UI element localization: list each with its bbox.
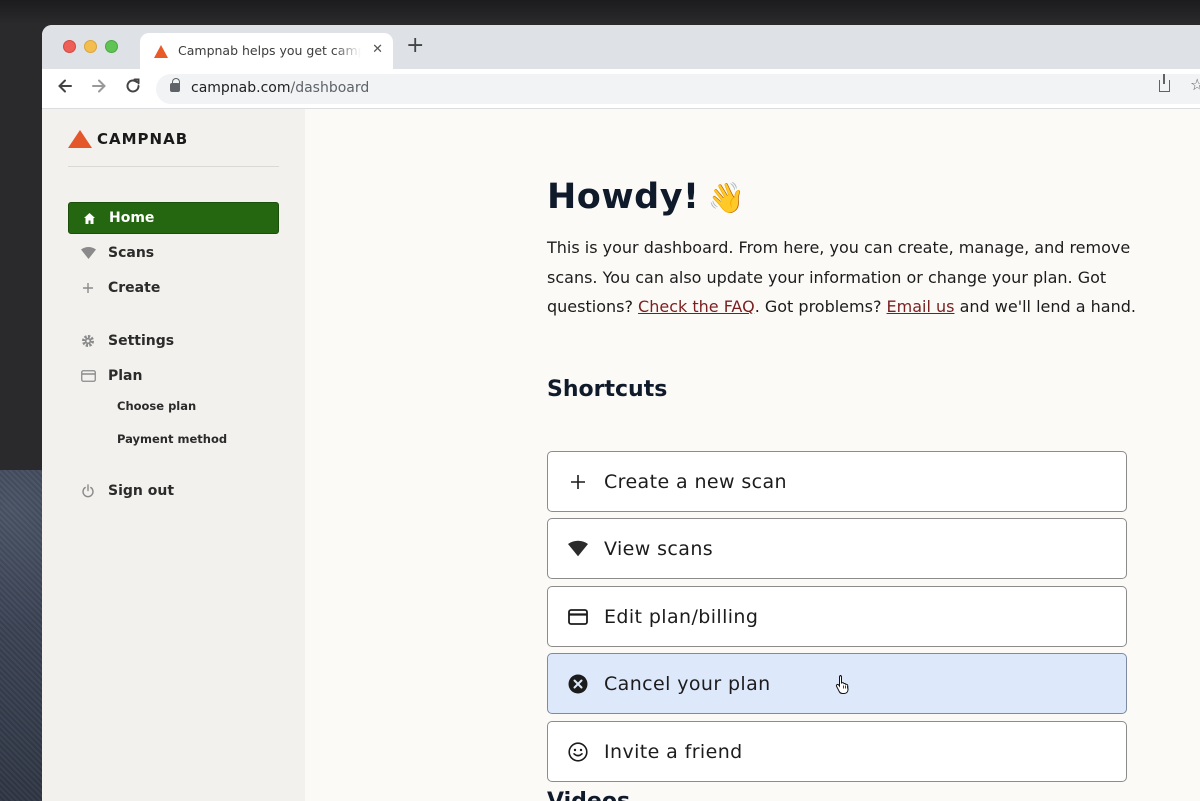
url-text: campnab.com/dashboard: [191, 80, 370, 96]
videos-heading: Videos: [547, 789, 630, 801]
dashboard-main: Howdy! 👋 This is your dashboard. From her…: [305, 109, 1200, 801]
lock-icon: [170, 78, 180, 92]
brand[interactable]: CAMPNAB: [68, 130, 188, 148]
home-icon: [81, 210, 97, 226]
plus-icon: [80, 280, 96, 296]
divider: [68, 166, 279, 167]
intro-text: This is your dashboard. From here, you c…: [547, 238, 1136, 317]
credit-card-icon: [568, 607, 588, 627]
sidebar-item-home[interactable]: Home: [68, 202, 279, 234]
browser-toolbar: campnab.com/dashboard ☆: [42, 69, 1200, 109]
sidebar-subitem-choose-plan[interactable]: Choose plan: [117, 399, 196, 413]
back-arrow-icon[interactable]: [56, 77, 74, 99]
faq-link[interactable]: Check the FAQ: [638, 297, 755, 316]
page-content: CAMPNAB Home Scans Create Settings Plan …: [42, 109, 1200, 801]
bookmark-star-icon[interactable]: ☆: [1190, 75, 1200, 94]
smiley-icon: [568, 741, 588, 762]
new-tab-button[interactable]: +: [406, 35, 424, 57]
shortcut-label: Edit plan/billing: [604, 605, 759, 628]
power-icon: [80, 483, 96, 499]
tab-close-icon[interactable]: ✕: [372, 42, 383, 57]
sidebar-item-create[interactable]: Create: [68, 272, 279, 304]
sidebar: CAMPNAB Home Scans Create Settings Plan …: [42, 109, 305, 801]
brand-name: CAMPNAB: [97, 130, 189, 148]
view-scans-button[interactable]: View scans: [547, 518, 1127, 579]
sidebar-item-label: Home: [109, 210, 155, 226]
close-window-button[interactable]: [63, 40, 76, 53]
reload-icon[interactable]: [124, 77, 142, 99]
browser-tab[interactable]: Campnab helps you get campsites ✕: [140, 33, 393, 69]
credit-card-icon: [80, 368, 96, 384]
sidebar-item-scans[interactable]: Scans: [68, 237, 279, 269]
cancel-circle-icon: [568, 674, 588, 694]
maximize-window-button[interactable]: [105, 40, 118, 53]
shortcut-label: Invite a friend: [604, 740, 743, 763]
sidebar-item-label: Scans: [108, 245, 155, 261]
address-bar[interactable]: campnab.com/dashboard: [156, 74, 1200, 104]
create-new-scan-button[interactable]: Create a new scan: [547, 451, 1127, 512]
shortcut-label: Create a new scan: [604, 470, 787, 493]
campnab-logo-icon: [68, 130, 92, 148]
wifi-icon: [568, 539, 588, 559]
sidebar-item-sign-out[interactable]: Sign out: [68, 475, 279, 507]
sidebar-item-plan[interactable]: Plan: [68, 360, 279, 392]
sidebar-item-label: Settings: [108, 333, 175, 349]
share-icon[interactable]: [1159, 74, 1170, 92]
forward-arrow-icon[interactable]: [90, 77, 108, 99]
tab-title: Campnab helps you get campsites: [178, 43, 361, 58]
background-person: [0, 470, 44, 801]
browser-window: Campnab helps you get campsites ✕ + camp…: [42, 25, 1200, 801]
backdrop: [0, 0, 1200, 26]
wifi-icon: [80, 245, 96, 261]
shortcut-label: Cancel your plan: [604, 672, 771, 695]
shortcuts-heading: Shortcuts: [547, 377, 668, 402]
sidebar-item-settings[interactable]: Settings: [68, 325, 279, 357]
sidebar-subitem-payment-method[interactable]: Payment method: [117, 432, 227, 446]
tab-strip: Campnab helps you get campsites ✕ +: [42, 25, 1200, 69]
edit-plan-billing-button[interactable]: Edit plan/billing: [547, 586, 1127, 647]
campnab-favicon-icon: [154, 45, 168, 58]
page-title: Howdy! 👋: [547, 177, 746, 217]
sidebar-item-label: Plan: [108, 368, 143, 384]
hand-cursor-icon: [835, 674, 851, 698]
invite-friend-button[interactable]: Invite a friend: [547, 721, 1127, 782]
minimize-window-button[interactable]: [84, 40, 97, 53]
waving-hand-icon: 👋: [707, 181, 746, 216]
email-us-link[interactable]: Email us: [887, 297, 955, 316]
sidebar-item-label: Sign out: [108, 483, 175, 499]
plus-icon: [568, 472, 588, 492]
gear-icon: [80, 333, 96, 349]
sidebar-item-label: Create: [108, 280, 161, 296]
shortcut-label: View scans: [604, 537, 714, 560]
